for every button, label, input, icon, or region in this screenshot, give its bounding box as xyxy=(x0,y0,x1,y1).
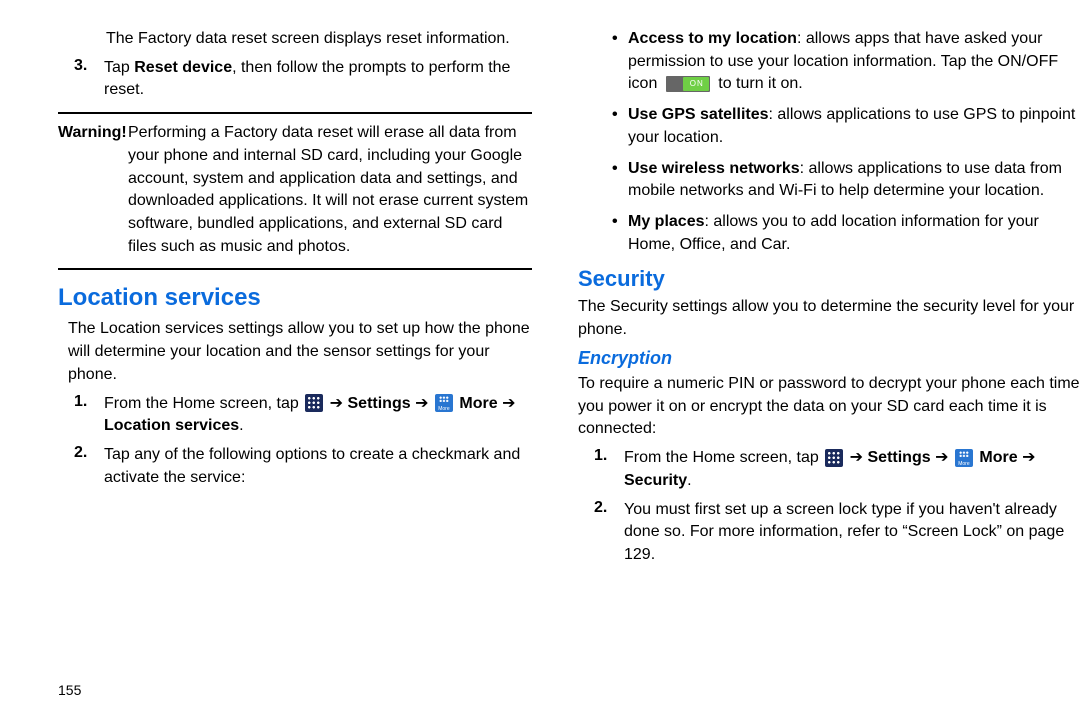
reset-device-label: Reset device xyxy=(134,59,232,76)
left-column: The Factory data reset screen displays r… xyxy=(0,28,540,670)
settings-label: Settings xyxy=(868,449,931,466)
security-intro: The Security settings allow you to deter… xyxy=(578,296,1080,341)
bullet-marker: • xyxy=(612,158,628,203)
more-label: More xyxy=(459,395,497,412)
heading-security: Security xyxy=(578,266,1080,292)
location-intro: The Location services settings allow you… xyxy=(58,318,532,386)
more-tab-icon xyxy=(435,394,453,412)
step-text: From the Home screen, tap ➔ Settings ➔ M… xyxy=(624,447,1080,492)
step-text: You must first set up a screen lock type… xyxy=(624,499,1080,567)
wireless-label: Use wireless networks xyxy=(628,160,800,177)
bullet-text: My places: allows you to add location in… xyxy=(628,211,1080,256)
enc-step-1: 1. From the Home screen, tap ➔ Settings … xyxy=(578,447,1080,492)
dot: . xyxy=(687,472,691,489)
warning-label: Warning! xyxy=(58,122,128,258)
apps-grid-icon xyxy=(305,394,323,412)
arrow: ➔ xyxy=(935,449,953,466)
txt: From the Home screen, tap xyxy=(104,395,303,412)
bullet-marker: • xyxy=(612,104,628,149)
page-number: 155 xyxy=(58,682,81,698)
divider xyxy=(58,112,532,114)
arrow: ➔ xyxy=(415,395,433,412)
warning-block: Warning! Performing a Factory data reset… xyxy=(58,122,532,258)
step-text: From the Home screen, tap ➔ Settings ➔ M… xyxy=(104,393,532,438)
more-tab-icon xyxy=(955,449,973,467)
list-item: • Use GPS satellites: allows application… xyxy=(612,104,1080,149)
step-3: 3. Tap Reset device, then follow the pro… xyxy=(58,57,532,102)
location-options-list: • Access to my location: allows apps tha… xyxy=(578,28,1080,256)
txt: to turn it on. xyxy=(714,75,803,92)
heading-location-services: Location services xyxy=(58,284,532,312)
bullet-text: Use wireless networks: allows applicatio… xyxy=(628,158,1080,203)
divider xyxy=(58,268,532,270)
access-location-label: Access to my location xyxy=(628,30,797,47)
step-number: 3. xyxy=(58,57,104,102)
enc-step-2: 2. You must first set up a screen lock t… xyxy=(578,499,1080,567)
encryption-intro: To require a numeric PIN or password to … xyxy=(578,373,1080,441)
list-item: • Use wireless networks: allows applicat… xyxy=(612,158,1080,203)
location-services-label: Location services xyxy=(104,417,239,434)
warning-text: Performing a Factory data reset will era… xyxy=(128,122,532,258)
gps-label: Use GPS satellites xyxy=(628,106,769,123)
two-column-layout: The Factory data reset screen displays r… xyxy=(0,28,1080,670)
security-label: Security xyxy=(624,472,687,489)
apps-grid-icon xyxy=(825,449,843,467)
more-label: More xyxy=(979,449,1017,466)
step-number: 2. xyxy=(58,444,104,489)
screen-lock-ref: “Screen Lock” xyxy=(902,523,1002,540)
arrow: ➔ xyxy=(330,395,348,412)
arrow: ➔ xyxy=(502,395,515,412)
txt-a: Tap xyxy=(104,59,134,76)
step-number: 1. xyxy=(58,393,104,438)
step-text: Tap any of the following options to crea… xyxy=(104,444,532,489)
step-text: Tap Reset device, then follow the prompt… xyxy=(104,57,532,102)
txt: From the Home screen, tap xyxy=(624,449,823,466)
step-number: 1. xyxy=(578,447,624,492)
right-column: • Access to my location: allows apps tha… xyxy=(540,28,1080,670)
myplaces-label: My places xyxy=(628,213,704,230)
dot: . xyxy=(239,417,243,434)
on-toggle-icon xyxy=(666,76,710,92)
arrow: ➔ xyxy=(1022,449,1035,466)
list-item: • My places: allows you to add location … xyxy=(612,211,1080,256)
step-number: 2. xyxy=(578,499,624,567)
heading-encryption: Encryption xyxy=(578,348,1080,369)
bullet-marker: • xyxy=(612,28,628,96)
factory-reset-desc: The Factory data reset screen displays r… xyxy=(58,28,532,51)
bullet-text: Use GPS satellites: allows applications … xyxy=(628,104,1080,149)
loc-step-2: 2. Tap any of the following options to c… xyxy=(58,444,532,489)
loc-step-1: 1. From the Home screen, tap ➔ Settings … xyxy=(58,393,532,438)
manual-page: The Factory data reset screen displays r… xyxy=(0,0,1080,720)
settings-label: Settings xyxy=(348,395,411,412)
list-item: • Access to my location: allows apps tha… xyxy=(612,28,1080,96)
bullet-marker: • xyxy=(612,211,628,256)
arrow: ➔ xyxy=(850,449,868,466)
bullet-text: Access to my location: allows apps that … xyxy=(628,28,1080,96)
